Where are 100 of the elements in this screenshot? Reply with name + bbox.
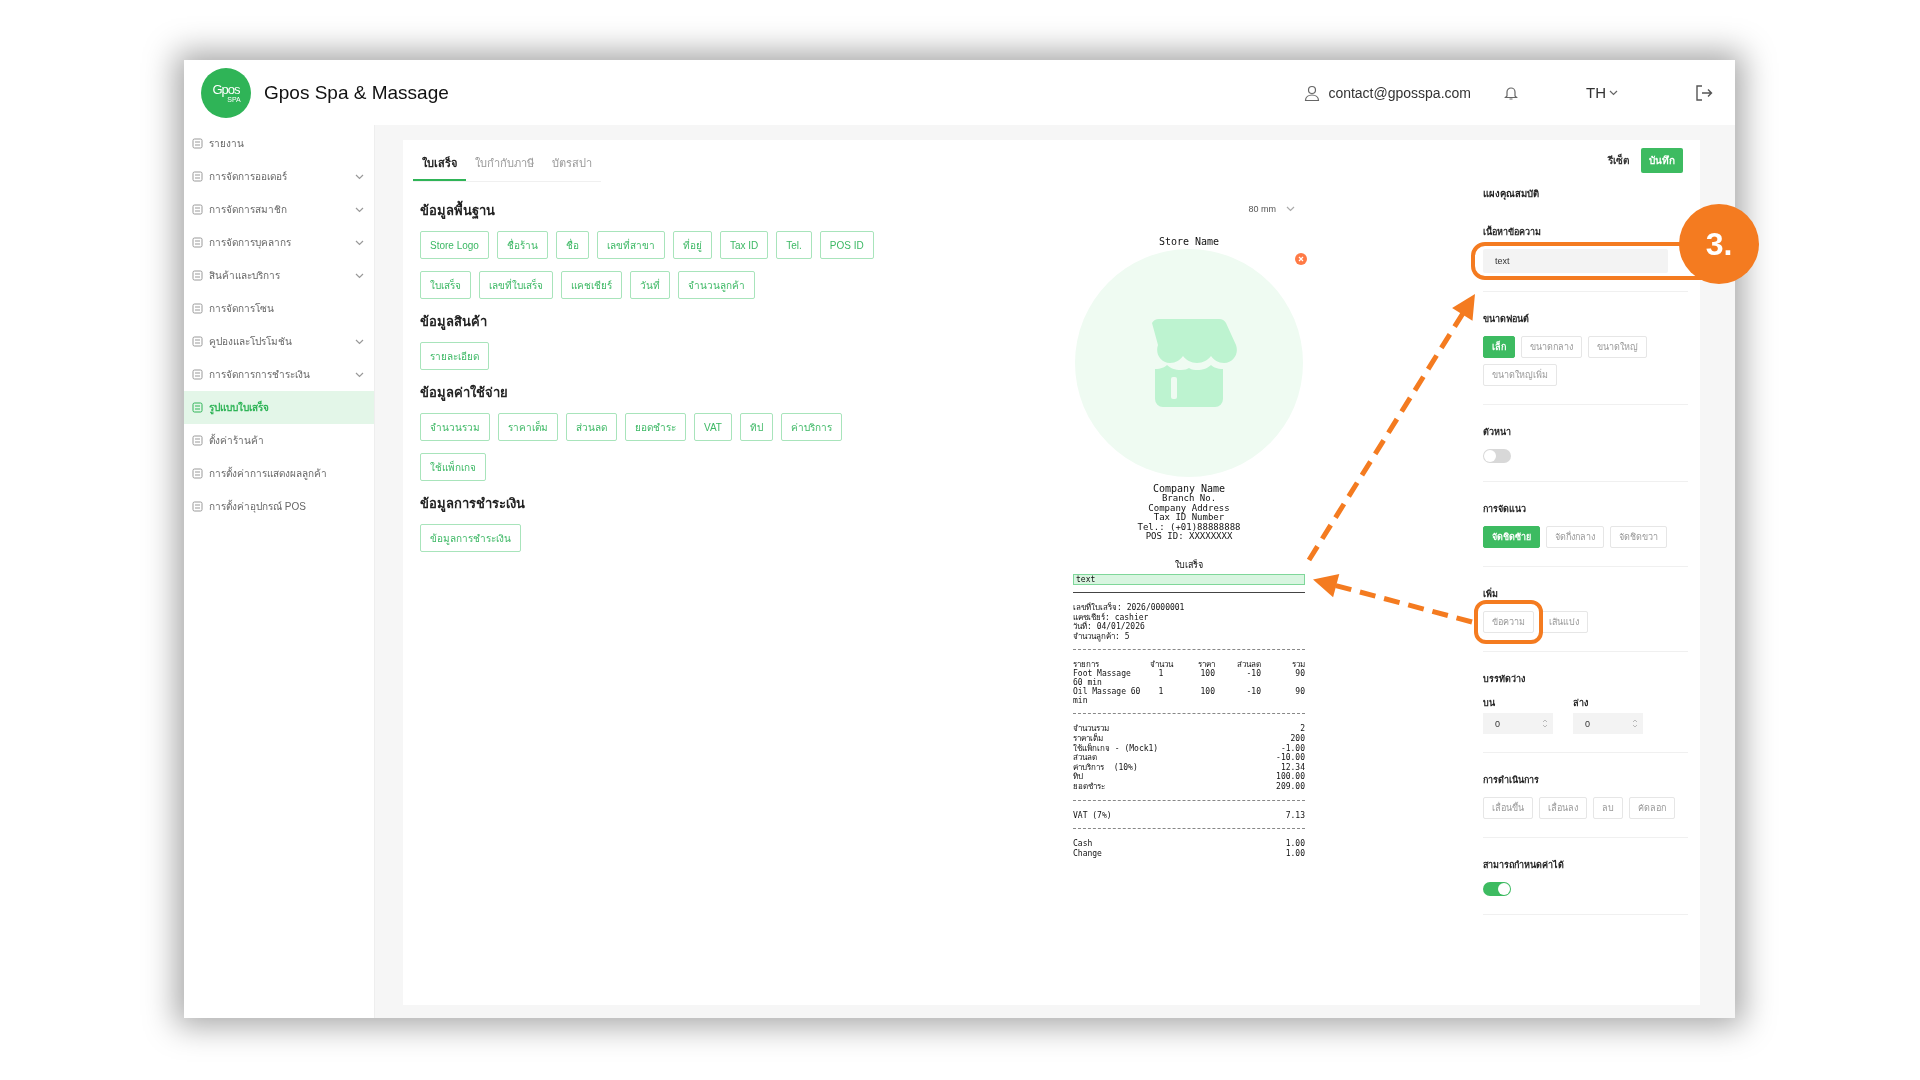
field-chip[interactable]: ที่อยู่ xyxy=(672,231,712,259)
receipt-title: ใบเสร็จ xyxy=(1174,558,1204,572)
option-button[interactable]: เล็ก xyxy=(1483,336,1515,358)
field-chip[interactable]: เลขที่ใบเสร็จ xyxy=(479,271,553,299)
field-chip[interactable]: POS ID xyxy=(819,231,874,259)
page-icon xyxy=(192,501,203,512)
field-chip[interactable]: ราคาเต็ม xyxy=(498,413,558,441)
tab[interactable]: ใบกำกับภาษี xyxy=(466,148,543,181)
user-icon xyxy=(1304,84,1321,101)
action-button[interactable]: เส้นแบ่ง xyxy=(1540,611,1588,633)
bell-icon[interactable] xyxy=(1503,84,1519,101)
user-email: contact@gposspa.com xyxy=(1328,84,1471,101)
field-chip[interactable]: Tax ID xyxy=(719,231,769,259)
sidebar-item[interactable]: การจัดการสมาชิก xyxy=(184,193,374,226)
logout-icon[interactable] xyxy=(1695,83,1713,102)
summary-value: 12.34 xyxy=(1280,762,1305,772)
field-chip[interactable]: ข้อมูลการชำระเงิน xyxy=(420,524,521,552)
field-chip[interactable]: วันที่ xyxy=(630,271,670,299)
sidebar-item[interactable]: สินค้าและบริการ xyxy=(184,259,374,292)
section-heading: ข้อมูลพื้นฐาน xyxy=(420,200,1073,221)
summary-value: -1.00 xyxy=(1280,743,1305,753)
toggle-switch[interactable] xyxy=(1483,449,1511,463)
remove-button[interactable] xyxy=(1295,253,1307,265)
sidebar-item[interactable]: การตั้งค่าอุปกรณ์ POS xyxy=(184,490,374,523)
action-button[interactable]: เลื่อนขึ้น xyxy=(1483,797,1533,819)
option-button[interactable]: จัดชิดขวา xyxy=(1610,526,1667,548)
sidebar-item[interactable]: ตั้งค่าร้านค้า xyxy=(184,424,374,457)
page-icon xyxy=(192,336,203,347)
column-header: รายการ xyxy=(1073,660,1099,670)
field-chip[interactable]: เลขที่สาขา xyxy=(596,231,665,259)
receipt-line: Tel.: (+01)88888888 xyxy=(1136,522,1242,533)
tab[interactable]: บัตรสปา xyxy=(543,148,601,181)
option-button[interactable]: ขนาดใหญ่เพิ่ม xyxy=(1483,364,1557,386)
action-button[interactable]: เลื่อนลง xyxy=(1539,797,1587,819)
section-label: เนื้อหาข้อความ xyxy=(1483,225,1542,239)
item-cell-text: 90 xyxy=(1294,669,1305,681)
action-button[interactable]: ข้อความ xyxy=(1483,611,1534,633)
number-field[interactable]: 0 xyxy=(1483,713,1553,734)
field-chip[interactable]: ใบเสร็จ xyxy=(420,271,471,299)
sidebar-item[interactable]: การจัดการบุคลากร xyxy=(184,226,374,259)
field-chip[interactable]: ใช้แพ็กเกจ xyxy=(420,453,486,481)
field-chip[interactable]: ส่วนลด xyxy=(566,413,617,441)
field-chip[interactable]: ยอดชำระ xyxy=(625,413,686,441)
summary-value: 200 xyxy=(1290,733,1305,744)
section-label: เพิ่ม xyxy=(1483,587,1499,601)
item-cell-text: -10 xyxy=(1245,687,1261,699)
chevron-icon xyxy=(1286,206,1295,212)
sidebar-item[interactable]: การตั้งค่าการแสดงผลลูกค้า xyxy=(184,457,374,490)
receipt-line: Branch No. xyxy=(1161,494,1218,504)
field-chip[interactable]: VAT xyxy=(694,413,732,441)
sidebar-item[interactable]: การจัดการออเดอร์ xyxy=(184,160,374,193)
option-button[interactable]: จัดกึ่งกลาง xyxy=(1546,526,1604,548)
summary-label: ใช้แพ็กเกจ - (Mock1) xyxy=(1073,743,1159,754)
sidebar-item[interactable]: คูปองและโปรโมชัน xyxy=(184,325,374,358)
summary-label: ส่วนลด xyxy=(1073,753,1097,763)
toggle-switch[interactable] xyxy=(1483,882,1511,896)
chevron-icon xyxy=(1609,89,1618,96)
sidebar-item[interactable]: รายงาน xyxy=(184,127,374,160)
action-button[interactable]: คัดลอก xyxy=(1629,797,1675,819)
field-chip[interactable]: รายละเอียด xyxy=(420,342,489,370)
receipt-line: Company Address xyxy=(1147,503,1231,514)
section-label: สามารถกำหนดค่าได้ xyxy=(1483,859,1565,872)
paper-size-select[interactable]: 80 mm xyxy=(1244,202,1299,216)
field-chip[interactable]: จำนวนลูกค้า xyxy=(678,271,755,299)
stepper-icon[interactable] xyxy=(1632,718,1638,729)
summary-value: 100.00 xyxy=(1276,772,1305,782)
column-header: ส่วนลด xyxy=(1236,660,1261,670)
field-chip[interactable]: Store Logo xyxy=(420,231,489,259)
page-icon xyxy=(192,204,203,215)
reset-link[interactable]: รีเซ็ต xyxy=(1606,151,1631,170)
section-label: ขนาดฟอนต์ xyxy=(1483,312,1530,326)
field-chip[interactable]: Tel. xyxy=(776,231,812,259)
field-chip[interactable]: แคชเชียร์ xyxy=(561,271,622,299)
field-chip[interactable]: ค่าบริการ xyxy=(780,413,842,441)
sidebar-item[interactable]: การจัดการโซน xyxy=(184,292,374,325)
field-chip[interactable]: จำนวนรวม xyxy=(420,413,490,441)
number-field[interactable]: 0 xyxy=(1573,713,1643,734)
action-button[interactable]: ลบ xyxy=(1593,797,1623,819)
summary-value: 209.00 xyxy=(1276,781,1305,792)
option-button[interactable]: จัดชิดซ้าย xyxy=(1483,526,1540,548)
text-field[interactable]: text xyxy=(1483,249,1668,273)
page-icon xyxy=(192,402,203,413)
column-header: รวม xyxy=(1291,660,1305,670)
sidebar-item[interactable]: รูปแบบใบเสร็จ xyxy=(184,391,374,424)
option-button[interactable]: ขนาดกลาง xyxy=(1521,336,1582,358)
option-button[interactable]: ขนาดใหญ่ xyxy=(1588,336,1647,358)
language-selector[interactable]: TH xyxy=(1584,82,1620,103)
field-chip[interactable]: ทิป xyxy=(739,413,773,441)
field-chip[interactable]: ชื่อ xyxy=(555,231,589,259)
panel-title: แผงคุณสมบัติ xyxy=(1483,187,1540,201)
save-button[interactable]: บันทึก xyxy=(1641,148,1683,173)
item-cell-text: 1 xyxy=(1157,669,1165,681)
field-label: ล่าง xyxy=(1573,697,1589,710)
summary-label: ราคาเต็ม xyxy=(1073,733,1103,743)
section-heading: ข้อมูลสินค้า xyxy=(420,313,488,332)
sidebar-item[interactable]: การจัดการการชำระเงิน xyxy=(184,358,374,391)
page-icon xyxy=(192,435,203,446)
tab[interactable]: ใบเสร็จ xyxy=(413,148,466,181)
stepper-icon[interactable] xyxy=(1542,718,1548,729)
field-chip[interactable]: ชื่อร้าน xyxy=(496,231,548,259)
